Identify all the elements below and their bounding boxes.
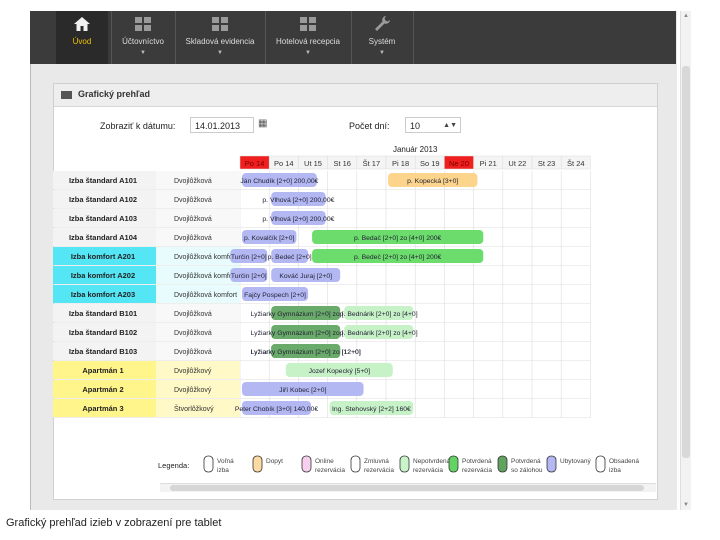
legend-label: rezervácia [462,467,492,474]
day-header-label: Št 24 [567,159,585,168]
legend-label: Ubytovaný [560,458,591,465]
legend-label: Obsadená [609,458,639,465]
booking-label: p. Bednárik [2+0] zo [4+0] [340,311,418,318]
booking-label: Ján Chudík [2+0] 200,00€ [240,178,318,185]
room-type: Dvojlôžková komfort [174,292,237,299]
booking-label: Turčin [2+0] [231,254,267,261]
day-header-label: Po 14 [245,159,265,168]
room-type: Dvojlôžková [174,197,212,204]
legend-swatch [399,455,410,473]
legend-label: rezervácia [315,467,345,474]
horizontal-scrollbar[interactable] [160,483,656,492]
booking-label: p. Kopecká [3+0] [407,178,458,185]
figure-caption: Grafický prehľad izieb v zobrazení pre t… [6,517,222,529]
legend-swatch [448,455,459,473]
legend-label: Nepotvrdená [413,458,451,465]
legend-swatch [497,455,508,473]
room-type: Dvojlôžkový [174,387,212,394]
legend-label: so zálohou [511,467,543,474]
legend-label: izba [217,467,229,474]
booking-label: p. Bedač [2+0] zo [4+0] 200€ [354,235,442,242]
room-name: Izba štandard A102 [69,195,137,204]
room-type: Dvojlôžková [174,330,212,337]
horizontal-scroll-thumb[interactable] [170,485,644,491]
legend-label: Dopyt [266,458,283,465]
booking-label: Turčin [2+0] [231,273,267,280]
room-name: Izba komfort A203 [71,290,135,299]
booking-label: Ing. Stehovský [2+2] 160€ [332,406,411,413]
room-type: Dvojlôžková [174,178,212,185]
legend-title: Legenda: [158,461,189,470]
day-header-label: Ne 20 [449,159,469,168]
booking-label: Lyžiarky Gymnázium [2+0] zo [12+0] [251,349,361,356]
legend-label: Voľná [217,458,234,465]
legend-label: Online [315,458,334,465]
day-header-label: Pi 21 [480,159,497,168]
day-header-label: Ut 22 [508,159,526,168]
room-type: Dvojlôžková [174,349,212,356]
booking-label: Fajčy Pospech [2+0] [244,292,306,299]
room-type: Dvojlôžková komfort [174,254,237,261]
booking-label: Peter Chobík [3+0] 140,00€ [235,406,319,413]
room-name: Izba štandard B103 [69,347,137,356]
day-header-label: Ut 15 [304,159,322,168]
room-name: Apartmán 1 [82,366,123,375]
booking-label: p. Vlhová [2+0] 200,00€ [262,216,334,223]
room-type: Dvojlôžková [174,235,212,242]
legend-label: Zmluvná [364,458,389,465]
room-name: Izba štandard A104 [69,233,138,242]
legend-label: Potvrdená [462,458,492,465]
room-type: Štvorlôžkový [174,404,214,413]
room-name: Izba komfort A201 [71,252,135,261]
day-header-label: St 23 [538,159,556,168]
booking-label: p. Bedeč [2+0] [268,254,312,261]
month-label: Január 2013 [393,145,438,154]
legend-label: rezervácia [413,467,443,474]
room-name: Apartmán 2 [82,385,123,394]
room-name: Izba štandard A103 [69,214,137,223]
room-type: Dvojlôžková [174,216,212,223]
day-header-label: St 16 [333,159,351,168]
legend-swatch [252,455,263,473]
room-name: Izba štandard A101 [69,176,137,185]
legend-swatch [595,455,606,473]
room-name: Izba komfort A202 [71,271,135,280]
legend-label: rezervácia [364,467,394,474]
booking-label: p. Bednárik [2+0] zo [4+0] [340,330,418,337]
day-header-label: Po 14 [274,159,294,168]
booking-label: p. Vlhová [2+0] 200,00€ [262,197,334,204]
legend-swatch [350,455,361,473]
room-type: Dvojlôžková [174,311,212,318]
day-header-label: Pi 18 [392,159,409,168]
legend-label: Potvrdená [511,458,541,465]
legend-swatch [301,455,312,473]
booking-label: Kováč Juraj [2+0] [279,273,332,280]
room-name: Izba štandard B102 [69,328,137,337]
day-header-label: Št 17 [363,159,381,168]
room-name: Apartmán 3 [82,404,123,413]
booking-label: Jozef Kopecký [5+0] [309,368,371,375]
legend-swatch [546,455,557,473]
legend-swatch [203,455,214,473]
room-type: Dvojlôžkový [174,368,212,375]
booking-label: p. Bedeč [2+0] zo [4+0] 200€ [354,254,442,261]
room-type: Dvojlôžková komfort [174,273,237,280]
room-name: Izba štandard B101 [69,309,137,318]
room-booking-grid: Január 2013 Po 14 Po 14 Ut 15 St 16 Št 17 Pi 1… [53,141,639,474]
booking-label: Jiří Kobec [2+0] [279,387,327,394]
day-header-label: So 19 [420,159,440,168]
booking-label: p. Kovalčík [2+0] [244,235,295,242]
legend-label: izba [609,467,621,474]
